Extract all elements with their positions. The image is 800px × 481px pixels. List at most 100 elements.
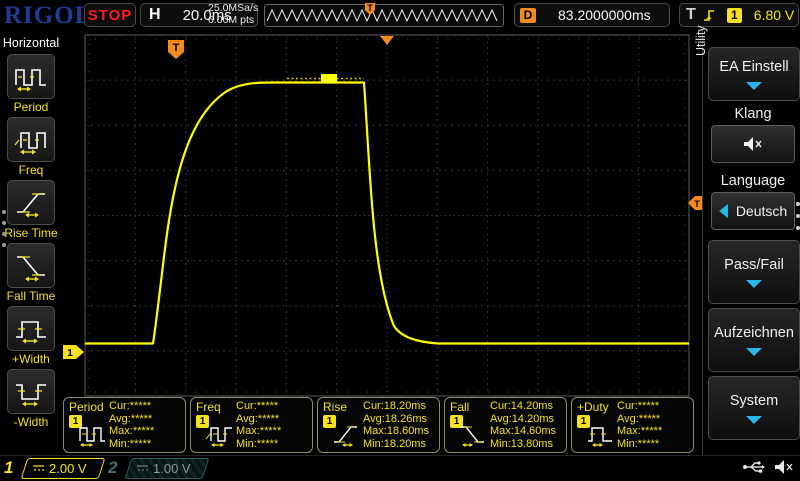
system-label: System [730, 393, 778, 409]
neg-width-icon [13, 376, 49, 408]
menu-button-system[interactable]: System [708, 376, 800, 440]
thumbnail-waveform [265, 5, 501, 24]
sidebar-item-fall-time[interactable]: Fall Time [0, 243, 62, 303]
speaker-muted-icon [774, 459, 794, 475]
chevron-left-icon [719, 204, 728, 218]
trigger-readout-box[interactable]: T 1 6.80 V [679, 3, 799, 27]
trigger-level-letter: T [694, 199, 700, 209]
language-select[interactable]: Deutsch [711, 192, 795, 230]
period-button[interactable] [7, 54, 55, 99]
run-state-label: STOP [88, 7, 133, 24]
menu-button-aufzeichnen[interactable]: Aufzeichnen [708, 308, 800, 372]
trigger-source-badge: 1 [727, 8, 742, 23]
menu-button-klang[interactable]: Klang [708, 106, 798, 163]
channel2-scale: 1.00 V [153, 461, 191, 476]
min-value: Min:13.80ms [490, 438, 562, 451]
sidebar-item-pos-width[interactable]: +Width [0, 306, 62, 366]
menu-button-ea-einstell[interactable]: EA Einstell [708, 47, 800, 101]
measure-panel-freq[interactable]: Freq 1 Cur:***** Avg:***** Max:***** Min… [190, 397, 313, 453]
aufzeichnen-label: Aufzeichnen [714, 325, 794, 341]
freq-label: Freq [0, 163, 62, 177]
trigger-position-marker[interactable]: T [168, 40, 184, 59]
channel1-chip[interactable]: 2.00 V [21, 458, 106, 479]
channel1-coupling-icon [32, 463, 45, 474]
channel1-number[interactable]: 1 [4, 458, 13, 478]
measure-panel-rise[interactable]: Rise 1 Cur:18.20ms Avg:18.26ms Max:18.60… [317, 397, 440, 453]
period-icon [13, 61, 49, 93]
top-status-bar: RIGOL STOP H 20.0ms 25.0MSa/s 6.00M pts … [0, 0, 800, 30]
speaker-muted-icon [742, 135, 764, 153]
run-stop-indicator[interactable]: STOP [84, 3, 136, 27]
language-label: Language [708, 173, 798, 189]
measure-panel-pos-duty[interactable]: +Duty 1 Cur:***** Avg:***** Max:***** Mi… [571, 397, 694, 453]
memory-depth: 6.00M pts [208, 14, 264, 26]
graticule: T T 1 [62, 30, 702, 457]
waveform-display-area[interactable]: T T 1 [62, 30, 702, 457]
max-value: Max:***** [617, 425, 689, 438]
thumbnail-zigzag [267, 10, 497, 21]
system-status-icons [742, 459, 794, 475]
channel1-marker-number: 1 [67, 348, 73, 359]
avg-value: Avg:***** [236, 413, 308, 426]
rise-time-label: Rise Time [0, 226, 62, 240]
sidebar-item-period[interactable]: Period [0, 54, 62, 114]
rigol-logo: RIGOL [4, 2, 92, 30]
chevron-down-icon [746, 348, 762, 356]
period-icon [78, 420, 108, 448]
sidebar-item-freq[interactable]: Freq [0, 117, 62, 177]
panel-values: Cur:18.20ms Avg:18.26ms Max:18.60ms Min:… [363, 400, 435, 450]
measure-panel-period[interactable]: Period 1 Cur:***** Avg:***** Max:***** M… [63, 397, 186, 453]
panel-title: Period [69, 400, 104, 414]
min-value: Min:***** [236, 438, 308, 451]
freq-icon [13, 124, 49, 156]
trigger-level-marker[interactable]: T [688, 196, 702, 210]
measure-panel-fall[interactable]: Fall 1 Cur:14.20ms Avg:14.20ms Max:14.60… [444, 397, 567, 453]
menu-button-language[interactable]: Language Deutsch [708, 173, 798, 230]
panel-title: Fall [450, 400, 469, 414]
ea-einstell-label: EA Einstell [719, 59, 788, 75]
channel2-chip[interactable]: 1.00 V [125, 458, 210, 479]
usb-icon [742, 460, 766, 474]
period-label: Period [0, 100, 62, 114]
channel1-waveform [85, 83, 689, 344]
panel-title: Freq [196, 400, 221, 414]
rising-edge-icon [702, 7, 718, 23]
pass-fail-label: Pass/Fail [724, 257, 784, 273]
trigger-center-marker[interactable] [380, 36, 394, 45]
utility-menu-title: Utility [694, 25, 708, 56]
menu-scroll-dots [796, 202, 800, 230]
pos-width-label: +Width [0, 352, 62, 366]
max-value: Max:***** [109, 425, 181, 438]
chevron-down-icon [746, 416, 762, 424]
measurement-results-row: Period 1 Cur:***** Avg:***** Max:***** M… [63, 397, 694, 453]
pos-width-button[interactable] [7, 306, 55, 351]
min-value: Min:***** [617, 438, 689, 451]
channel1-ground-marker[interactable]: 1 [63, 345, 84, 359]
panel-values: Cur:14.20ms Avg:14.20ms Max:14.60ms Min:… [490, 400, 562, 450]
delay-icon: D [520, 8, 536, 23]
channel2-coupling-icon [136, 463, 149, 474]
channel2-number[interactable]: 2 [108, 458, 117, 478]
delay-readout-box[interactable]: D 83.2000000ms [514, 3, 670, 27]
fall-icon [459, 420, 489, 448]
freq-button[interactable] [7, 117, 55, 162]
menu-button-pass-fail[interactable]: Pass/Fail [708, 240, 800, 304]
sidebar-item-neg-width[interactable]: -Width [0, 369, 62, 429]
cur-value: Cur:18.20ms [363, 400, 435, 413]
klang-sound-button[interactable] [711, 125, 795, 163]
rise-time-icon [13, 187, 49, 219]
memory-position-thumbnail[interactable]: T [264, 4, 504, 27]
chevron-down-icon [746, 82, 762, 90]
sample-rate: 25.0MSa/s [208, 2, 264, 14]
cur-value: Cur:***** [109, 400, 181, 413]
measure-sidebar: Horizontal Period Freq [0, 30, 62, 455]
freq-icon [205, 420, 235, 448]
panel-values: Cur:***** Avg:***** Max:***** Min:***** [617, 400, 689, 450]
klang-label: Klang [708, 106, 798, 122]
fall-time-button[interactable] [7, 243, 55, 288]
neg-width-button[interactable] [7, 369, 55, 414]
rise-time-button[interactable] [7, 180, 55, 225]
channel-status-bar: 1 2.00 V 2 1.00 V [0, 455, 800, 481]
trigger-position-letter: T [173, 42, 180, 54]
sidebar-item-rise-time[interactable]: Rise Time [0, 180, 62, 240]
